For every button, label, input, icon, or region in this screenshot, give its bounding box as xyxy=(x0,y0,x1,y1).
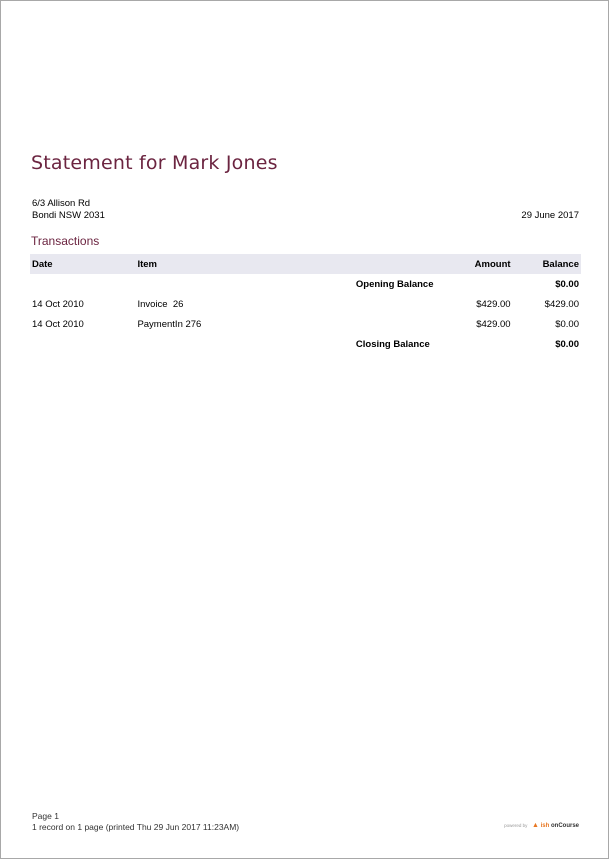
opening-balance-value: $0.00 xyxy=(555,278,579,290)
col-header-spacer xyxy=(353,254,455,274)
address-block: 6/3 Allison Rd Bondi NSW 2031 xyxy=(32,198,105,222)
closing-balance-value: $0.00 xyxy=(555,338,579,350)
table-row: 14 Oct 2010 PaymentIn 276 $429.00 $0.00 xyxy=(30,314,581,334)
closing-balance-row: Closing Balance $0.00 xyxy=(30,334,581,354)
col-header-balance: Balance xyxy=(512,254,581,274)
row-balance: $0.00 xyxy=(555,318,579,330)
table-header-row: Date Item Amount Balance xyxy=(30,254,581,274)
row-date: 14 Oct 2010 xyxy=(32,318,84,330)
row-balance: $429.00 xyxy=(544,298,579,310)
statement-title: Statement for Mark Jones xyxy=(31,152,278,174)
footer-page-number: Page 1 xyxy=(32,811,59,821)
closing-balance-label: Closing Balance xyxy=(355,338,430,350)
address-line-2: Bondi NSW 2031 xyxy=(32,210,105,221)
row-amount: $429.00 xyxy=(476,298,511,310)
brand-powered-by: powered by xyxy=(504,823,528,828)
section-title-transactions: Transactions xyxy=(31,234,100,248)
row-date: 14 Oct 2010 xyxy=(32,298,84,310)
brand-logo: powered by ▲ ish onCourse xyxy=(504,822,579,829)
table-row: 14 Oct 2010 Invoice 26 $429.00 $429.00 xyxy=(30,294,581,314)
statement-page: Statement for Mark Jones 6/3 Allison Rd … xyxy=(0,0,609,859)
opening-balance-row: Opening Balance $0.00 xyxy=(30,274,581,294)
row-amount: $429.00 xyxy=(476,318,511,330)
row-item: PaymentIn 276 xyxy=(137,318,202,330)
flame-icon: ▲ xyxy=(532,822,539,829)
brand-oncourse: onCourse xyxy=(550,823,579,829)
row-item: Invoice 26 xyxy=(137,298,184,310)
footer-record-info: 1 record on 1 page (printed Thu 29 Jun 2… xyxy=(32,822,240,832)
col-header-date: Date xyxy=(30,254,136,274)
col-header-amount: Amount xyxy=(454,254,513,274)
address-line-1: 6/3 Allison Rd xyxy=(32,198,91,209)
opening-balance-label: Opening Balance xyxy=(355,278,434,290)
brand-ish: ish xyxy=(540,823,550,829)
col-header-item: Item xyxy=(135,254,354,274)
transactions-table: Date Item Amount Balance Opening Balance… xyxy=(30,254,581,354)
statement-date: 29 June 2017 xyxy=(521,210,579,221)
